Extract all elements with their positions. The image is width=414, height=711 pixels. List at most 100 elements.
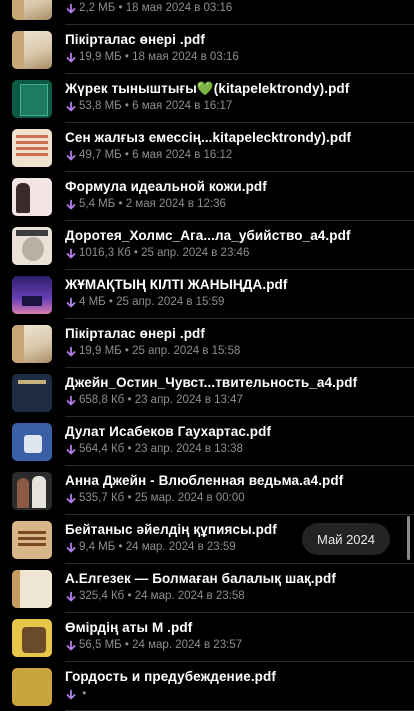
- download-arrow-icon: [66, 297, 76, 307]
- file-meta: 564,4 Кб • 23 апр. 2024 в 13:38: [65, 442, 404, 457]
- file-meta: 19,9 МБ • 25 апр. 2024 в 15:58: [65, 344, 404, 359]
- meta-separator: •: [79, 688, 90, 700]
- file-size: 9,4 МБ: [79, 541, 116, 553]
- file-date: 25 апр. 2024 в 23:46: [141, 247, 250, 259]
- download-arrow-icon: [66, 52, 76, 62]
- file-thumbnail: [12, 178, 52, 216]
- file-meta: 5,4 МБ • 2 мая 2024 в 12:36: [65, 197, 404, 212]
- file-size: 53,8 МБ: [79, 100, 122, 112]
- file-row[interactable]: Дулат Исабеков Гаухартас.pdf 564,4 Кб • 2…: [0, 417, 414, 466]
- file-date: 23 апр. 2024 в 13:47: [134, 394, 243, 406]
- file-size: 5,4 МБ: [79, 198, 116, 210]
- file-row[interactable]: Джейн_Остин_Чувст...твительность_а4.pdf 6…: [0, 368, 414, 417]
- download-arrow-icon: [66, 493, 76, 503]
- file-name: Сен жалғыз емессің...kitapelecktrondy).p…: [65, 130, 352, 145]
- file-meta: 1016,3 Кб • 25 апр. 2024 в 23:46: [65, 246, 404, 261]
- file-row[interactable]: Көркем мінезді аруға.pdf2,2 МБ • 18 мая …: [0, 0, 414, 25]
- meta-separator: •: [124, 590, 135, 602]
- file-thumbnail: [12, 325, 52, 363]
- file-meta: 4 МБ • 25 апр. 2024 в 15:59: [65, 295, 404, 310]
- file-meta: 535,7 Кб • 25 мар. 2024 в 00:00: [65, 491, 404, 506]
- file-date: 18 мая 2024 в 03:16: [132, 51, 239, 63]
- file-name: Гордость и предубеждение.pdf: [65, 669, 276, 684]
- file-list: Көркем мінезді аруға.pdf2,2 МБ • 18 мая …: [0, 0, 414, 711]
- file-name: А.Елгезек — Болмаған балалық шақ.pdf: [65, 571, 336, 586]
- file-date: 25 апр. 2024 в 15:58: [132, 345, 241, 357]
- file-thumbnail: [12, 80, 52, 118]
- file-meta: 53,8 МБ • 6 мая 2024 в 16:17: [65, 99, 404, 114]
- file-thumbnail: [12, 0, 52, 20]
- file-meta: •: [65, 687, 404, 702]
- file-date: 6 мая 2024 в 16:12: [132, 149, 233, 161]
- file-meta: 49,7 МБ • 6 мая 2024 в 16:12: [65, 148, 404, 163]
- file-size: 325,4 Кб: [79, 590, 125, 602]
- download-arrow-icon: [66, 542, 76, 552]
- meta-separator: •: [121, 100, 133, 112]
- file-thumbnail: [12, 129, 52, 167]
- file-date: 23 апр. 2024 в 13:38: [134, 443, 243, 455]
- download-arrow-icon: [66, 346, 76, 356]
- download-arrow-icon: [66, 150, 76, 160]
- download-arrow-icon: [66, 248, 76, 258]
- file-row[interactable]: А.Елгезек — Болмаған балалық шақ.pdf 325,…: [0, 564, 414, 613]
- file-meta: 56,5 МБ • 24 мар. 2024 в 23:57: [65, 638, 404, 653]
- file-size: 2,2 МБ: [79, 2, 116, 14]
- download-arrow-icon: [66, 395, 76, 405]
- file-row[interactable]: Доротея_Холмс_Ага...ла_убийство_а4.pdf 10…: [0, 221, 414, 270]
- file-thumbnail: [12, 227, 52, 265]
- file-meta: 19,9 МБ • 18 мая 2024 в 03:16: [65, 50, 404, 65]
- file-size: 4 МБ: [79, 296, 106, 308]
- file-date: 6 мая 2024 в 16:17: [132, 100, 233, 112]
- download-arrow-icon: [66, 199, 76, 209]
- file-date: 24 мар. 2024 в 23:57: [132, 639, 243, 651]
- file-thumbnail: [12, 521, 52, 559]
- file-meta: 325,4 Кб • 24 мар. 2024 в 23:58: [65, 589, 404, 604]
- scrollbar[interactable]: [407, 516, 410, 560]
- date-bubble: Май 2024: [302, 523, 390, 555]
- download-arrow-icon: [66, 591, 76, 601]
- file-size: 535,7 Кб: [79, 492, 125, 504]
- download-arrow-icon: [66, 640, 76, 650]
- file-thumbnail: [12, 276, 52, 314]
- file-row[interactable]: Формула идеальной кожи.pdf 5,4 МБ • 2 мая…: [0, 172, 414, 221]
- file-row[interactable]: Пікірталас өнері .pdf 19,9 МБ • 25 апр. 2…: [0, 319, 414, 368]
- file-date: 18 мая 2024 в 03:16: [125, 2, 233, 14]
- download-arrow-icon: [66, 444, 76, 454]
- download-arrow-icon: [66, 3, 76, 13]
- file-size: 658,8 Кб: [79, 394, 125, 406]
- file-thumbnail: [12, 570, 52, 608]
- file-row[interactable]: Сен жалғыз емессің...kitapelecktrondy).p…: [0, 123, 414, 172]
- file-meta: 658,8 Кб • 23 апр. 2024 в 13:47: [65, 393, 404, 408]
- download-arrow-icon: [66, 101, 76, 111]
- file-row[interactable]: ЖҰМАҚТЫҢ КІЛТІ ЖАНЫҢДА.pdf 4 МБ • 25 апр.…: [0, 270, 414, 319]
- file-size: 19,9 МБ: [79, 51, 122, 63]
- meta-separator: •: [124, 443, 135, 455]
- file-row[interactable]: Анна Джейн - Влюбленная ведьма.а4.pdf 535…: [0, 466, 414, 515]
- meta-separator: •: [115, 2, 126, 14]
- file-size: 19,9 МБ: [79, 345, 122, 357]
- file-size: 56,5 МБ: [79, 639, 122, 651]
- file-row[interactable]: Өмірдің аты М .pdf 56,5 МБ • 24 мар. 2024…: [0, 613, 414, 662]
- file-name: Формула идеальной кожи.pdf: [65, 179, 267, 194]
- file-meta: 2,2 МБ • 18 мая 2024 в 03:16: [65, 1, 404, 16]
- file-thumbnail: [12, 668, 52, 706]
- meta-separator: •: [115, 541, 126, 553]
- file-thumbnail: [12, 31, 52, 69]
- file-name: Доротея_Холмс_Ага...ла_убийство_а4.pdf: [65, 228, 351, 243]
- meta-separator: •: [115, 198, 126, 210]
- file-size: 1016,3 Кб: [79, 247, 131, 259]
- meta-separator: •: [121, 51, 133, 63]
- file-name: Джейн_Остин_Чувст...твительность_а4.pdf: [65, 375, 358, 390]
- file-date: 25 апр. 2024 в 15:59: [116, 296, 225, 308]
- file-row[interactable]: Пікірталас өнері .pdf 19,9 МБ • 18 мая 20…: [0, 25, 414, 74]
- file-row[interactable]: Жүрек тыныштығы💚(kitapelektrondy).pdf 53,…: [0, 74, 414, 123]
- file-name: Пікірталас өнері .pdf: [65, 326, 205, 341]
- file-row[interactable]: Гордость и предубеждение.pdf •: [0, 662, 414, 711]
- file-date: 24 мар. 2024 в 23:59: [125, 541, 236, 553]
- meta-separator: •: [121, 639, 133, 651]
- file-thumbnail: [12, 374, 52, 412]
- file-thumbnail: [12, 619, 52, 657]
- file-thumbnail: [12, 423, 52, 461]
- file-name: Өмірдің аты М .pdf: [65, 620, 193, 635]
- meta-separator: •: [105, 296, 117, 308]
